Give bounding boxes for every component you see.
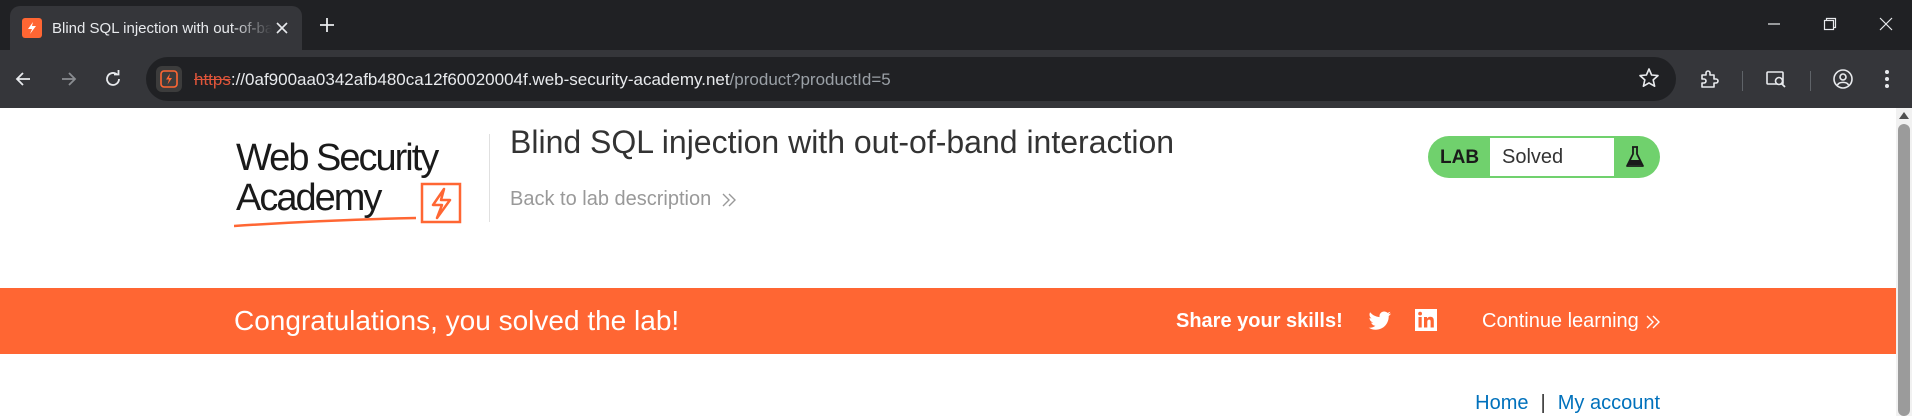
restore-icon[interactable] — [1818, 12, 1842, 36]
congratulations-message: Congratulations, you solved the lab! — [234, 305, 680, 336]
nav-separator: | — [1540, 392, 1546, 414]
double-chevron-right-icon — [1646, 315, 1660, 328]
browser-tab-active[interactable]: Blind SQL injection with out-of-band int… — [10, 6, 302, 50]
my-account-link[interactable]: My account — [1558, 392, 1660, 414]
scroll-up-arrow-icon[interactable] — [1899, 112, 1909, 119]
browser-tab-strip: Blind SQL injection with out-of-band int… — [0, 0, 1912, 50]
share-skills-label: Share your skills! — [1176, 310, 1343, 332]
browser-toolbar: https://0af900aa0342afb480ca12f60020004f… — [0, 50, 1912, 108]
menu-icon[interactable] — [1872, 64, 1902, 94]
window-close-icon[interactable] — [1874, 12, 1898, 36]
back-to-lab-description-link[interactable]: Back to lab description — [510, 188, 737, 211]
lab-badge: LAB — [1440, 147, 1480, 168]
header-divider — [489, 134, 490, 222]
address-bar[interactable]: https://0af900aa0342afb480ca12f60020004f… — [146, 57, 1676, 101]
lab-status-text: Solved — [1490, 138, 1614, 176]
media-control-icon[interactable] — [1761, 64, 1791, 94]
close-icon[interactable] — [272, 18, 292, 38]
home-link[interactable]: Home — [1475, 392, 1528, 414]
svg-text:Academy: Academy — [236, 177, 382, 219]
profile-icon[interactable] — [1828, 64, 1858, 94]
bookmark-star-icon[interactable] — [1638, 67, 1660, 94]
minimize-icon[interactable] — [1762, 12, 1786, 36]
tab-favicon-icon — [22, 18, 42, 38]
back-icon[interactable] — [8, 64, 38, 94]
flask-icon — [1626, 146, 1644, 167]
continue-learning-label: Continue learning — [1482, 310, 1639, 332]
toolbar-divider — [1742, 71, 1743, 91]
url-scheme: https — [194, 70, 231, 89]
new-tab-icon[interactable] — [316, 14, 338, 36]
page-content: Web Security Academy Blind SQL injection… — [0, 108, 1896, 416]
forward-icon[interactable] — [54, 64, 84, 94]
linkedin-icon[interactable] — [1414, 308, 1438, 332]
url-host: ://0af900aa0342afb480ca12f60020004f.web-… — [230, 70, 730, 89]
lab-title: Blind SQL injection with out-of-band int… — [510, 124, 1175, 160]
continue-learning-link[interactable]: Continue learning — [1482, 310, 1661, 333]
extensions-icon[interactable] — [1694, 64, 1724, 94]
tab-title: Blind SQL injection with out-of-band int… — [52, 19, 272, 37]
reload-icon[interactable] — [98, 64, 128, 94]
site-info-icon[interactable] — [156, 66, 182, 92]
url-text[interactable]: https://0af900aa0342afb480ca12f60020004f… — [194, 70, 891, 90]
twitter-icon[interactable] — [1368, 310, 1392, 332]
page-scrollbar[interactable] — [1896, 108, 1912, 416]
svg-text:Web Security: Web Security — [236, 137, 439, 179]
scrollbar-thumb[interactable] — [1898, 124, 1910, 416]
top-navigation: Home | My account — [1475, 392, 1660, 415]
double-chevron-right-icon — [722, 193, 737, 206]
lab-status-widget: LAB Solved — [1428, 136, 1660, 178]
toolbar-divider — [1810, 71, 1811, 91]
congratulations-banner: Congratulations, you solved the lab! Sha… — [0, 288, 1896, 354]
back-link-label: Back to lab description — [510, 188, 712, 210]
url-path: /product?productId=5 — [729, 70, 891, 89]
web-security-academy-logo[interactable]: Web Security Academy — [234, 136, 486, 230]
